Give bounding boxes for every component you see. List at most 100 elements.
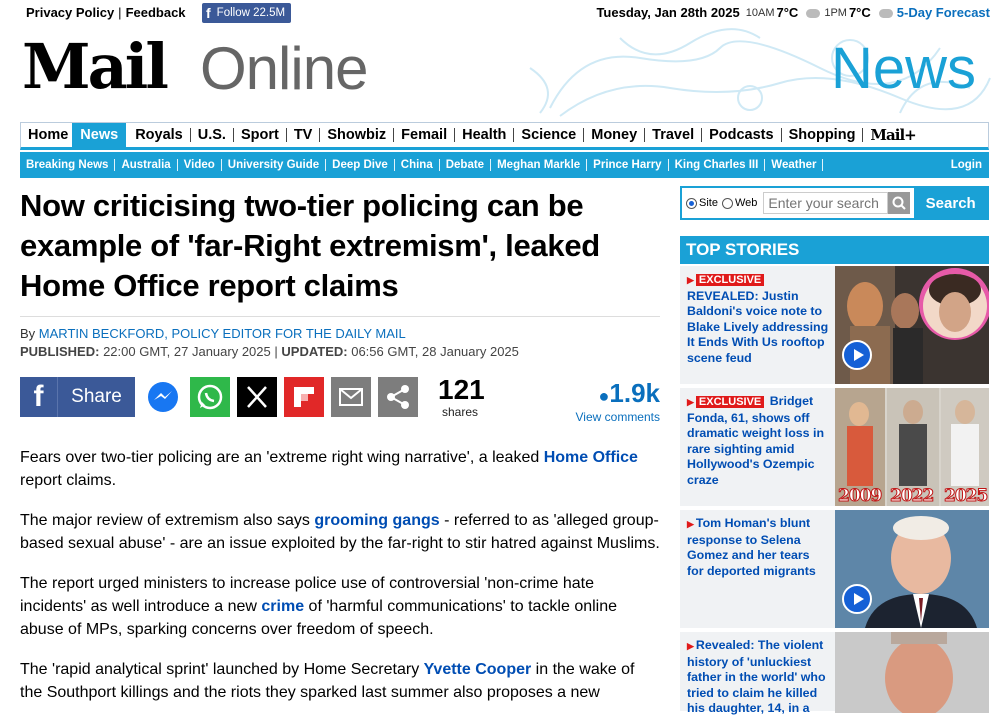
nav-tv[interactable]: TV: [287, 128, 321, 142]
paragraph: The major review of extremism also says …: [20, 512, 660, 552]
divider: [20, 316, 660, 317]
nav-shopping[interactable]: Shopping: [782, 128, 864, 142]
privacy-policy-link[interactable]: Privacy Policy: [26, 5, 114, 20]
login-link[interactable]: Login: [951, 159, 982, 171]
feedback-link[interactable]: Feedback: [126, 5, 186, 20]
mail-logo[interactable]: Mail: [22, 32, 169, 102]
home-office-link[interactable]: Home Office: [544, 449, 638, 466]
published-label: PUBLISHED:: [20, 344, 100, 359]
top-story-item[interactable]: ▶ Revealed: The violent history of 'unluc…: [680, 632, 989, 715]
subnav-australia[interactable]: Australia: [115, 159, 178, 171]
comment-count-number: 1.9k: [609, 378, 660, 408]
nav-royals[interactable]: Royals: [128, 128, 191, 142]
secondary-nav: Breaking News Australia Video University…: [20, 152, 989, 178]
nav-travel[interactable]: Travel: [645, 128, 703, 142]
share-label: Share: [71, 386, 122, 407]
top-story-text[interactable]: ▶ EXCLUSIVE REVEALED: Justin Baldoni's vo…: [687, 272, 829, 366]
nav-health[interactable]: Health: [455, 128, 515, 142]
subnav-video[interactable]: Video: [178, 159, 222, 171]
facebook-follow-label: Follow 22.5M: [216, 7, 286, 19]
search-input[interactable]: [763, 192, 889, 214]
utility-links: Privacy Policy | Feedback: [26, 5, 186, 20]
top-story-headline: Tom Homan's blunt response to Selena Gom…: [687, 516, 816, 578]
search-icon[interactable]: [888, 192, 911, 214]
search-box: Site Web Search: [680, 186, 989, 220]
subnav-university-guide[interactable]: University Guide: [222, 159, 327, 171]
x-share-button[interactable]: [237, 377, 277, 417]
nav-us[interactable]: U.S.: [191, 128, 234, 142]
nav-news[interactable]: News: [72, 122, 127, 148]
story-thumbnail[interactable]: [835, 632, 989, 713]
five-day-forecast-link[interactable]: 5-Day Forecast: [897, 5, 990, 20]
web-radio[interactable]: Web: [721, 197, 757, 209]
weather-temp-1: 7°C: [776, 5, 799, 20]
messenger-icon: [148, 382, 178, 412]
subnav-meghan-markle[interactable]: Meghan Markle: [491, 159, 588, 171]
radio-selected-icon: [686, 197, 697, 209]
flipboard-share-button[interactable]: [284, 377, 324, 417]
subnav-king-charles[interactable]: King Charles III: [669, 159, 766, 171]
subnav-debate[interactable]: Debate: [440, 159, 492, 171]
subnav-china[interactable]: China: [395, 159, 440, 171]
subnav-deep-dive[interactable]: Deep Dive: [326, 159, 395, 171]
top-story-headline: Revealed: The violent history of 'unluck…: [687, 638, 826, 715]
year-label: 2009: [837, 486, 882, 507]
article-body: Fears over two-tier policing are an 'ext…: [20, 446, 660, 721]
nav-femail[interactable]: Femail: [394, 128, 456, 142]
paragraph: Fears over two-tier policing are an 'ext…: [20, 449, 638, 489]
messenger-share-button[interactable]: [143, 377, 183, 417]
share-count: 121 shares: [438, 374, 485, 420]
subnav-weather[interactable]: Weather: [765, 159, 824, 171]
x-icon: [237, 377, 277, 417]
nav-money[interactable]: Money: [584, 128, 646, 142]
arrow-icon: ▶: [687, 275, 694, 285]
nav-sport[interactable]: Sport: [234, 128, 287, 142]
site-radio[interactable]: Site: [686, 197, 718, 209]
radio-unselected-icon: [721, 197, 733, 209]
share-bar: f Share 121 shares ●1.9k View comments: [20, 374, 660, 424]
top-story-item[interactable]: ▶ EXCLUSIVE Bridget Fonda, 61, shows off …: [680, 388, 989, 508]
top-story-text[interactable]: ▶ EXCLUSIVE Bridget Fonda, 61, shows off …: [687, 394, 829, 488]
author-link[interactable]: MARTIN BECKFORD, POLICY EDITOR FOR THE D…: [39, 326, 406, 341]
weather-temp-2: 7°C: [848, 5, 871, 20]
facebook-share-button[interactable]: f Share: [20, 377, 135, 417]
weather-time-1: 10AM: [745, 6, 775, 19]
nav-science[interactable]: Science: [514, 128, 585, 142]
play-icon[interactable]: [842, 340, 872, 370]
masthead: Mail Online News: [0, 28, 996, 118]
top-story-item[interactable]: ▶ EXCLUSIVE REVEALED: Justin Baldoni's vo…: [680, 266, 989, 386]
nav-home[interactable]: Home: [21, 128, 77, 142]
utility-separator: |: [118, 5, 122, 20]
comment-bubble-icon: ●: [598, 386, 610, 406]
crime-link[interactable]: crime: [261, 598, 304, 615]
view-comments-label: View comments: [575, 410, 660, 424]
whatsapp-share-button[interactable]: [190, 377, 230, 417]
article-headline: Now criticising two-tier policing can be…: [20, 188, 600, 303]
subnav-prince-harry[interactable]: Prince Harry: [587, 159, 669, 171]
paragraph: The report urged ministers to increase p…: [20, 575, 618, 638]
weather-widget: Tuesday, Jan 28th 2025 10AM 7°C 1PM 7°C …: [596, 5, 990, 20]
facebook-follow-button[interactable]: f Follow 22.5M: [202, 3, 292, 23]
whatsapp-icon: [190, 377, 230, 417]
current-date: Tuesday, Jan 28th 2025: [596, 5, 740, 20]
yvette-cooper-link[interactable]: Yvette Cooper: [424, 661, 532, 678]
email-share-button[interactable]: [331, 377, 371, 417]
top-story-text[interactable]: ▶ Tom Homan's blunt response to Selena Go…: [687, 516, 829, 579]
subnav-breaking-news[interactable]: Breaking News: [20, 159, 116, 171]
more-share-button[interactable]: [378, 377, 418, 417]
nav-mail-plus[interactable]: Mail+: [863, 128, 922, 143]
nav-podcasts[interactable]: Podcasts: [702, 128, 782, 142]
play-icon[interactable]: [842, 584, 872, 614]
site-radio-label: Site: [699, 197, 718, 209]
nav-showbiz[interactable]: Showbiz: [320, 128, 395, 142]
facebook-icon: f: [20, 377, 58, 417]
search-button[interactable]: Search: [914, 188, 987, 218]
byline: By MARTIN BECKFORD, POLICY EDITOR FOR TH…: [20, 326, 660, 341]
updated-label: UPDATED:: [281, 344, 348, 359]
top-story-text[interactable]: ▶ Revealed: The violent history of 'unluc…: [687, 638, 829, 717]
online-logo[interactable]: Online: [200, 34, 368, 104]
grooming-gangs-link[interactable]: grooming gangs: [314, 512, 439, 529]
top-story-item[interactable]: ▶ Tom Homan's blunt response to Selena Go…: [680, 510, 989, 630]
comments-link[interactable]: ●1.9k View comments: [576, 379, 660, 424]
share-count-number: 121: [438, 374, 485, 405]
